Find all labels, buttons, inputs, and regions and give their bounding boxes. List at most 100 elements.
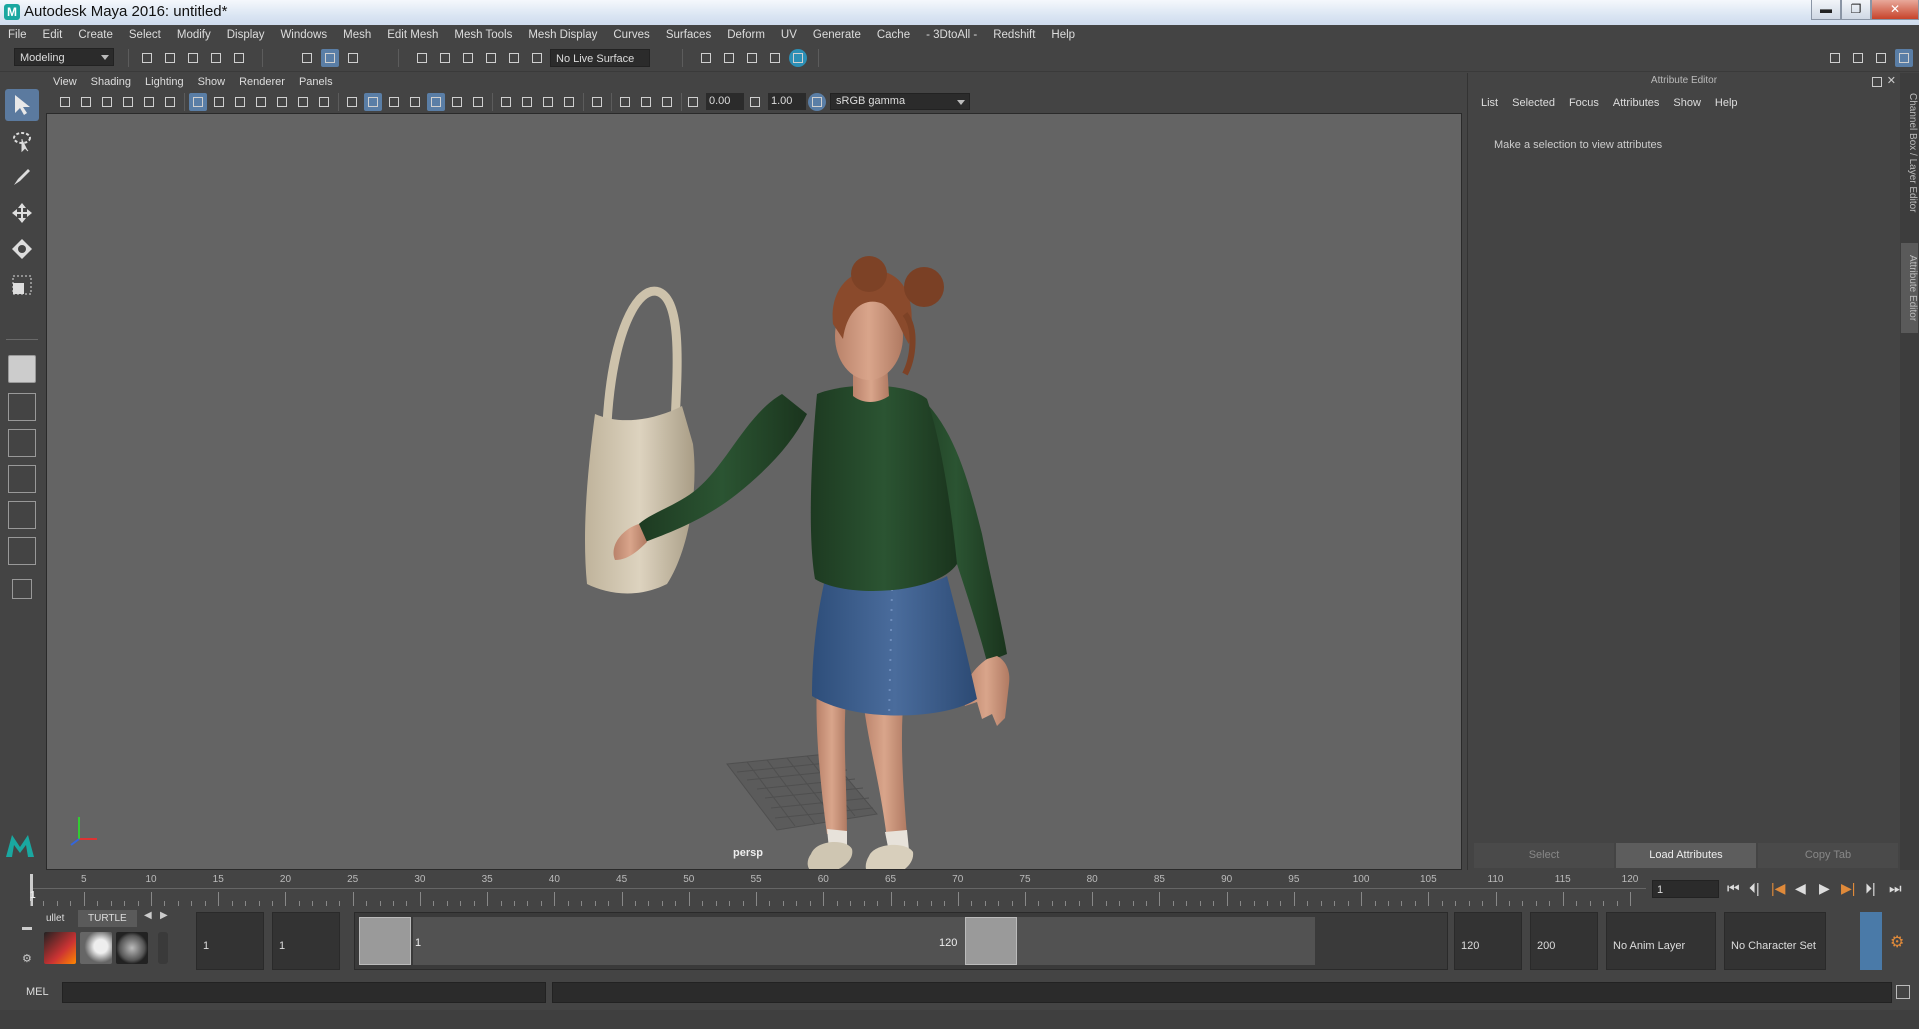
live-surface-field[interactable]: No Live Surface <box>550 49 650 67</box>
snap-surface-icon[interactable] <box>528 49 546 67</box>
animation-start-field[interactable]: 1 <box>196 912 264 970</box>
character-set-dropdown[interactable]: No Character Set <box>1724 912 1826 970</box>
shelf-menu-icon[interactable]: ▬ <box>22 922 32 933</box>
ipr-render-icon[interactable] <box>743 49 761 67</box>
minimize-button[interactable]: ▬ <box>1811 0 1841 20</box>
exposure-icon[interactable] <box>684 93 702 111</box>
textured-icon[interactable] <box>427 93 445 111</box>
turtle-sphere-icon[interactable] <box>116 932 148 964</box>
redo-icon[interactable] <box>230 49 248 67</box>
bookmark-icon[interactable] <box>98 93 116 111</box>
four-view-layout-icon[interactable] <box>8 393 36 421</box>
xray-active-icon[interactable] <box>637 93 655 111</box>
shelf-tab-bullet[interactable]: ullet <box>36 910 74 927</box>
modeling-toolkit-icon[interactable] <box>1826 49 1844 67</box>
persp-graph-layout-icon[interactable] <box>8 501 36 529</box>
viewport-menu-shading[interactable]: Shading <box>84 73 138 91</box>
step-back-key-button[interactable]: |◀ <box>1771 880 1785 897</box>
script-editor-icon[interactable] <box>1896 985 1910 999</box>
step-forward-frame-button[interactable]: ⏵| <box>1865 880 1876 897</box>
shelf-tab-turtle[interactable]: TURTLE <box>78 910 137 927</box>
animation-end-field[interactable]: 200 <box>1530 912 1598 970</box>
image-plane-icon[interactable] <box>119 93 137 111</box>
rotate-tool-button[interactable] <box>5 233 39 265</box>
ae-menu-help[interactable]: Help <box>1708 97 1745 109</box>
smooth-shade-icon[interactable] <box>364 93 382 111</box>
play-backwards-button[interactable]: ◀ <box>1795 880 1806 897</box>
step-back-frame-button[interactable]: ⏴| <box>1749 880 1760 897</box>
menuset-dropdown[interactable]: Modeling <box>14 48 114 66</box>
menu-cache[interactable]: Cache <box>869 25 918 45</box>
shelf-scroll-left-icon[interactable]: ◀ <box>144 910 152 921</box>
ae-menu-list[interactable]: List <box>1474 97 1505 109</box>
resolution-gate-icon[interactable] <box>231 93 249 111</box>
viewport-menu-lighting[interactable]: Lighting <box>138 73 191 91</box>
use-all-lights-icon[interactable] <box>448 93 466 111</box>
new-scene-icon[interactable] <box>138 49 156 67</box>
menu-mesh[interactable]: Mesh <box>335 25 379 45</box>
wireframe-icon[interactable] <box>343 93 361 111</box>
grid-toggle-icon[interactable] <box>189 93 207 111</box>
snap-grid-icon[interactable] <box>413 49 431 67</box>
time-slider[interactable]: 1 5 10 15 20 25 30 35 40 45 50 55 60 65 70 75 80 85 90 95 1… <box>30 872 1646 908</box>
xray-icon[interactable] <box>616 93 634 111</box>
menu-surfaces[interactable]: Surfaces <box>658 25 719 45</box>
exposure-field[interactable]: 0.00 <box>706 93 744 110</box>
viewport-menu-panels[interactable]: Panels <box>292 73 340 91</box>
paint-select-tool-button[interactable] <box>5 161 39 193</box>
play-forwards-button[interactable]: ▶ <box>1819 880 1830 897</box>
xray-joints-icon[interactable] <box>658 93 676 111</box>
move-tool-button[interactable] <box>5 197 39 229</box>
ae-menu-attributes[interactable]: Attributes <box>1606 97 1666 109</box>
command-input[interactable] <box>62 982 546 1003</box>
viewport-menu-show[interactable]: Show <box>191 73 233 91</box>
anim-layer-dropdown[interactable]: No Anim Layer <box>1606 912 1716 970</box>
render-view-icon[interactable] <box>697 49 715 67</box>
view-transform-dropdown[interactable]: sRGB gamma <box>830 93 970 110</box>
gate-mask-icon[interactable] <box>252 93 270 111</box>
menu-curves[interactable]: Curves <box>605 25 657 45</box>
menu-create[interactable]: Create <box>70 25 121 45</box>
menu-windows[interactable]: Windows <box>272 25 335 45</box>
float-panel-icon[interactable] <box>1872 77 1882 87</box>
menu-redshift[interactable]: Redshift <box>985 25 1043 45</box>
two-pane-side-layout-icon[interactable] <box>8 429 36 457</box>
range-end-handle[interactable] <box>965 917 1017 965</box>
menu-select[interactable]: Select <box>121 25 169 45</box>
menu-edit-mesh[interactable]: Edit Mesh <box>379 25 446 45</box>
ae-copy-tab-button[interactable]: Copy Tab <box>1758 843 1898 868</box>
menu-generate[interactable]: Generate <box>805 25 869 45</box>
playback-end-field[interactable]: 120 <box>1454 912 1522 970</box>
wireframe-on-shaded-icon[interactable] <box>406 93 424 111</box>
attribute-editor-toggle-icon[interactable] <box>1895 49 1913 67</box>
camera-select-icon[interactable] <box>56 93 74 111</box>
lasso-tool-button[interactable] <box>5 125 39 157</box>
select-object-icon[interactable] <box>321 49 339 67</box>
menu-file[interactable]: File <box>0 25 35 45</box>
persp-outliner-layout-icon[interactable] <box>8 465 36 493</box>
channel-box-tab[interactable]: Channel Box / Layer Editor <box>1901 83 1918 223</box>
viewport-menu-renderer[interactable]: Renderer <box>232 73 292 91</box>
shelf-scroll-right-icon[interactable]: ▶ <box>160 910 168 921</box>
select-hierarchy-icon[interactable] <box>298 49 316 67</box>
film-gate-icon[interactable] <box>210 93 228 111</box>
color-management-icon[interactable] <box>808 93 826 111</box>
menu-display[interactable]: Display <box>219 25 273 45</box>
shelf-scroll-icon[interactable] <box>158 932 168 964</box>
menu-3dtoall[interactable]: - 3DtoAll - <box>918 25 985 45</box>
snap-curve-icon[interactable] <box>436 49 454 67</box>
close-button[interactable]: ✕ <box>1871 0 1919 20</box>
anti-aliasing-icon[interactable] <box>539 93 557 111</box>
undo-icon[interactable] <box>207 49 225 67</box>
single-perspective-layout-icon[interactable] <box>8 355 36 383</box>
screen-space-ao-icon[interactable] <box>497 93 515 111</box>
gamma-icon[interactable] <box>746 93 764 111</box>
range-slider-bar[interactable] <box>413 917 1315 965</box>
ae-load-attributes-button[interactable]: Load Attributes <box>1616 843 1756 868</box>
snap-live-icon[interactable] <box>505 49 523 67</box>
render-settings-icon[interactable] <box>766 49 784 67</box>
snap-point-icon[interactable] <box>459 49 477 67</box>
2d-pan-zoom-icon[interactable] <box>140 93 158 111</box>
menu-modify[interactable]: Modify <box>169 25 219 45</box>
menu-uv[interactable]: UV <box>773 25 805 45</box>
